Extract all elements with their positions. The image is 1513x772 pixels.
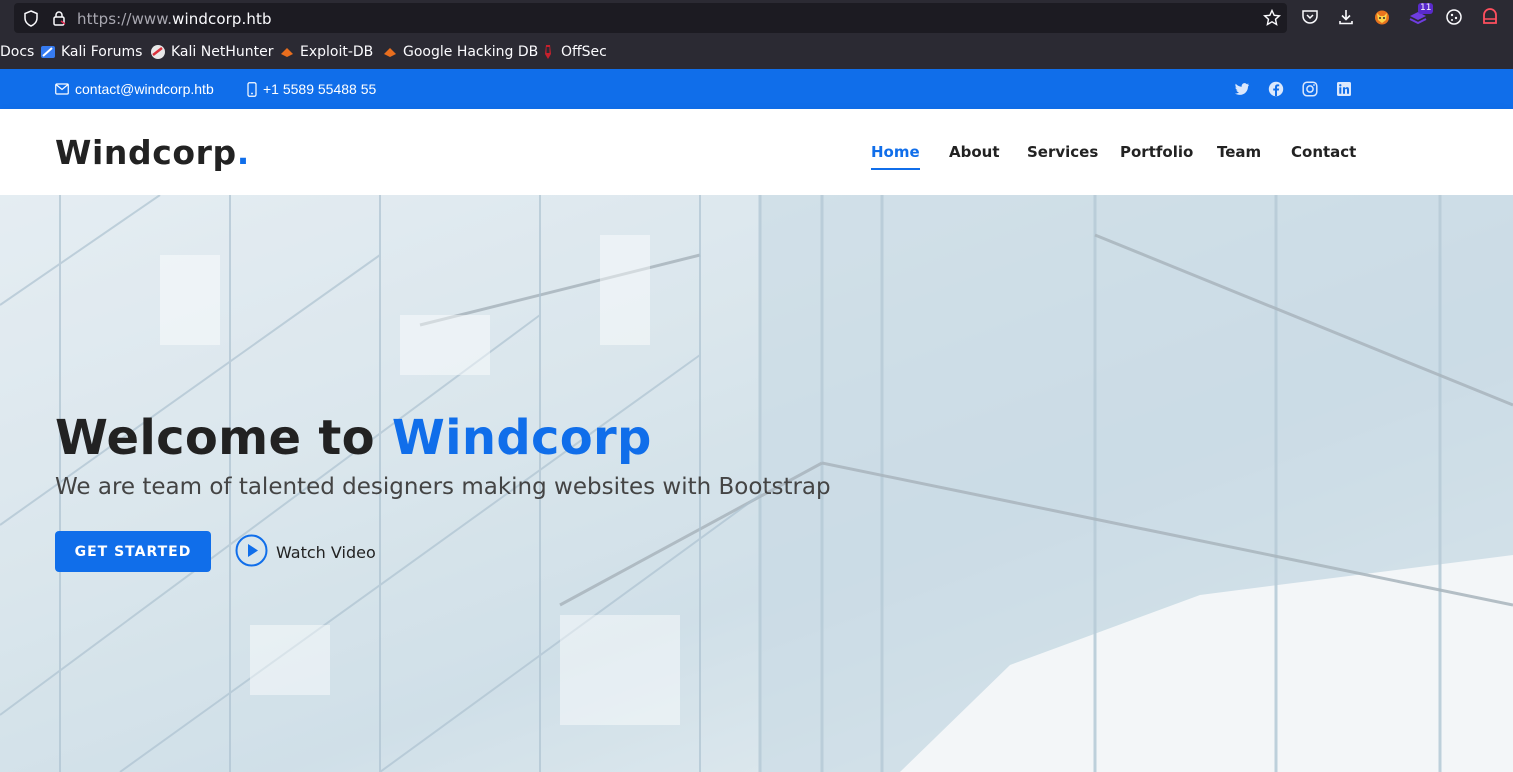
hero-title-prefix: Welcome to (55, 410, 392, 466)
envelope-icon (55, 83, 69, 95)
nav-team[interactable]: Team (1217, 143, 1261, 168)
lock-icon[interactable] (51, 10, 67, 32)
watch-video-label: Watch Video (276, 542, 376, 562)
pocket-icon[interactable] (1300, 7, 1320, 27)
bookmark-kali-nethunter[interactable]: Kali NetHunter (150, 44, 273, 60)
url-domain: windcorp.htb (172, 10, 272, 28)
topbar-phone[interactable]: +1 5589 55488 55 (247, 81, 376, 97)
site-logo[interactable]: Windcorp. (55, 133, 250, 172)
bookmark-offsec[interactable]: OffSec (540, 44, 607, 60)
bookmark-label: Kali Forums (61, 44, 143, 60)
bookmark-docs[interactable]: Docs (0, 44, 34, 60)
exploit-db-icon (279, 44, 295, 60)
url-prefix: https://www. (77, 10, 173, 28)
kali-forums-icon (40, 44, 56, 60)
cookie-icon[interactable] (1444, 7, 1464, 27)
linkedin-icon[interactable] (1336, 81, 1352, 97)
bookmark-label: Google Hacking DB (403, 44, 539, 60)
nav-home[interactable]: Home (871, 143, 920, 170)
hero-title: Welcome to Windcorp (55, 410, 652, 466)
bookmark-exploit-db[interactable]: Exploit-DB (279, 44, 373, 60)
google-hacking-db-icon (382, 44, 398, 60)
nav-portfolio[interactable]: Portfolio (1120, 143, 1193, 168)
nav-contact[interactable]: Contact (1291, 143, 1356, 168)
browser-toolbar: https://www.windcorp.htb 11 (0, 0, 1513, 36)
hero-title-accent: Windcorp (391, 410, 652, 466)
twitter-icon[interactable] (1234, 81, 1250, 97)
site-header: Windcorp. Home About Services Portfolio … (0, 109, 1513, 195)
extension-badge: 11 (1418, 3, 1434, 14)
shield-icon[interactable] (23, 10, 39, 32)
phone-text: +1 5589 55488 55 (263, 81, 377, 97)
instagram-icon[interactable] (1302, 81, 1318, 97)
bookmark-star-icon[interactable] (1262, 8, 1282, 32)
bookmark-label: Docs (0, 44, 35, 60)
kali-nethunter-icon (150, 44, 166, 60)
email-text: contact@windcorp.htb (75, 81, 214, 97)
hero-section: Welcome to Windcorp We are team of talen… (0, 195, 1513, 772)
logo-text: Windcorp (55, 133, 237, 172)
bookmark-google-hacking-db[interactable]: Google Hacking DB (382, 44, 538, 60)
address-bar[interactable]: https://www.windcorp.htb (14, 3, 1287, 33)
topbar-email[interactable]: contact@windcorp.htb (55, 81, 214, 97)
site-topbar: contact@windcorp.htb +1 5589 55488 55 (0, 69, 1513, 109)
hero-subtitle: We are team of talented designers making… (55, 474, 831, 500)
bookmark-label: Kali NetHunter (171, 44, 274, 60)
get-started-button[interactable]: GET STARTED (55, 531, 211, 572)
extension-fox-icon[interactable] (1372, 7, 1392, 27)
bookmark-kali-forums[interactable]: Kali Forums (40, 44, 142, 60)
download-icon[interactable] (1336, 7, 1356, 27)
nav-services[interactable]: Services (1027, 143, 1098, 168)
phone-icon (247, 81, 257, 97)
extension-red-icon[interactable] (1480, 7, 1500, 27)
extension-stack-icon[interactable]: 11 (1408, 3, 1434, 27)
play-circle-icon (235, 534, 268, 571)
bookmark-label: OffSec (561, 44, 607, 60)
url-text[interactable]: https://www.windcorp.htb (77, 10, 272, 28)
nav-about[interactable]: About (949, 143, 1000, 168)
offsec-icon (540, 44, 556, 60)
bookmark-label: Exploit-DB (300, 44, 374, 60)
facebook-icon[interactable] (1268, 81, 1284, 97)
logo-dot: . (236, 133, 250, 172)
bookmarks-toolbar: Docs Kali Forums Kali NetHunter Exploit-… (0, 36, 1513, 69)
watch-video-button[interactable]: Watch Video (235, 534, 376, 571)
